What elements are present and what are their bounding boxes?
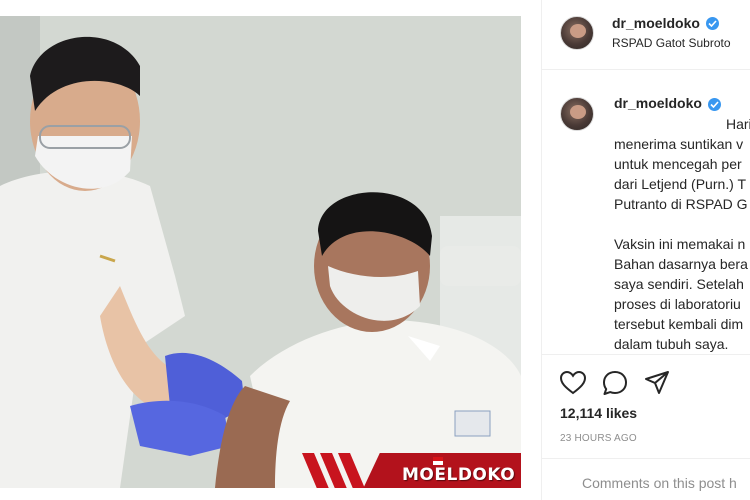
post-header: dr_moeldoko RSPAD Gatot Subroto — [542, 0, 750, 70]
comments-disabled-notice: Comments on this post h — [582, 475, 737, 491]
comments-bar: Comments on this post h — [542, 458, 750, 500]
caption-area: dr_moeldoko Hari menerima suntikan v unt… — [542, 71, 750, 355]
header-username[interactable]: dr_moeldoko — [612, 15, 700, 31]
banner-name: MOELDOKO — [402, 465, 516, 485]
comment-icon[interactable] — [601, 369, 629, 397]
photo-illustration — [0, 16, 521, 488]
name-banner: MOELDOKO — [300, 453, 521, 488]
flag-icon — [433, 457, 443, 465]
instagram-post: MOELDOKO dr_moeldoko RSPAD Gatot Subroto… — [0, 0, 750, 500]
post-sidebar: dr_moeldoko RSPAD Gatot Subroto dr_moeld… — [541, 0, 750, 500]
caption-text: Hari menerima suntikan v untuk mencegah … — [614, 94, 750, 354]
like-count[interactable]: 12,114 likes — [560, 405, 637, 421]
post-photo[interactable]: MOELDOKO — [0, 16, 521, 488]
post-timestamp[interactable]: 23 HOURS AGO — [560, 433, 637, 444]
caption-avatar[interactable] — [560, 97, 594, 131]
location-link[interactable]: RSPAD Gatot Subroto — [612, 36, 731, 50]
paper-plane-icon[interactable] — [643, 369, 671, 397]
avatar[interactable] — [560, 16, 594, 50]
caption-body: Hari menerima suntikan v untuk mencegah … — [614, 116, 750, 352]
heart-icon[interactable] — [559, 369, 587, 397]
verified-badge-icon — [706, 17, 719, 30]
